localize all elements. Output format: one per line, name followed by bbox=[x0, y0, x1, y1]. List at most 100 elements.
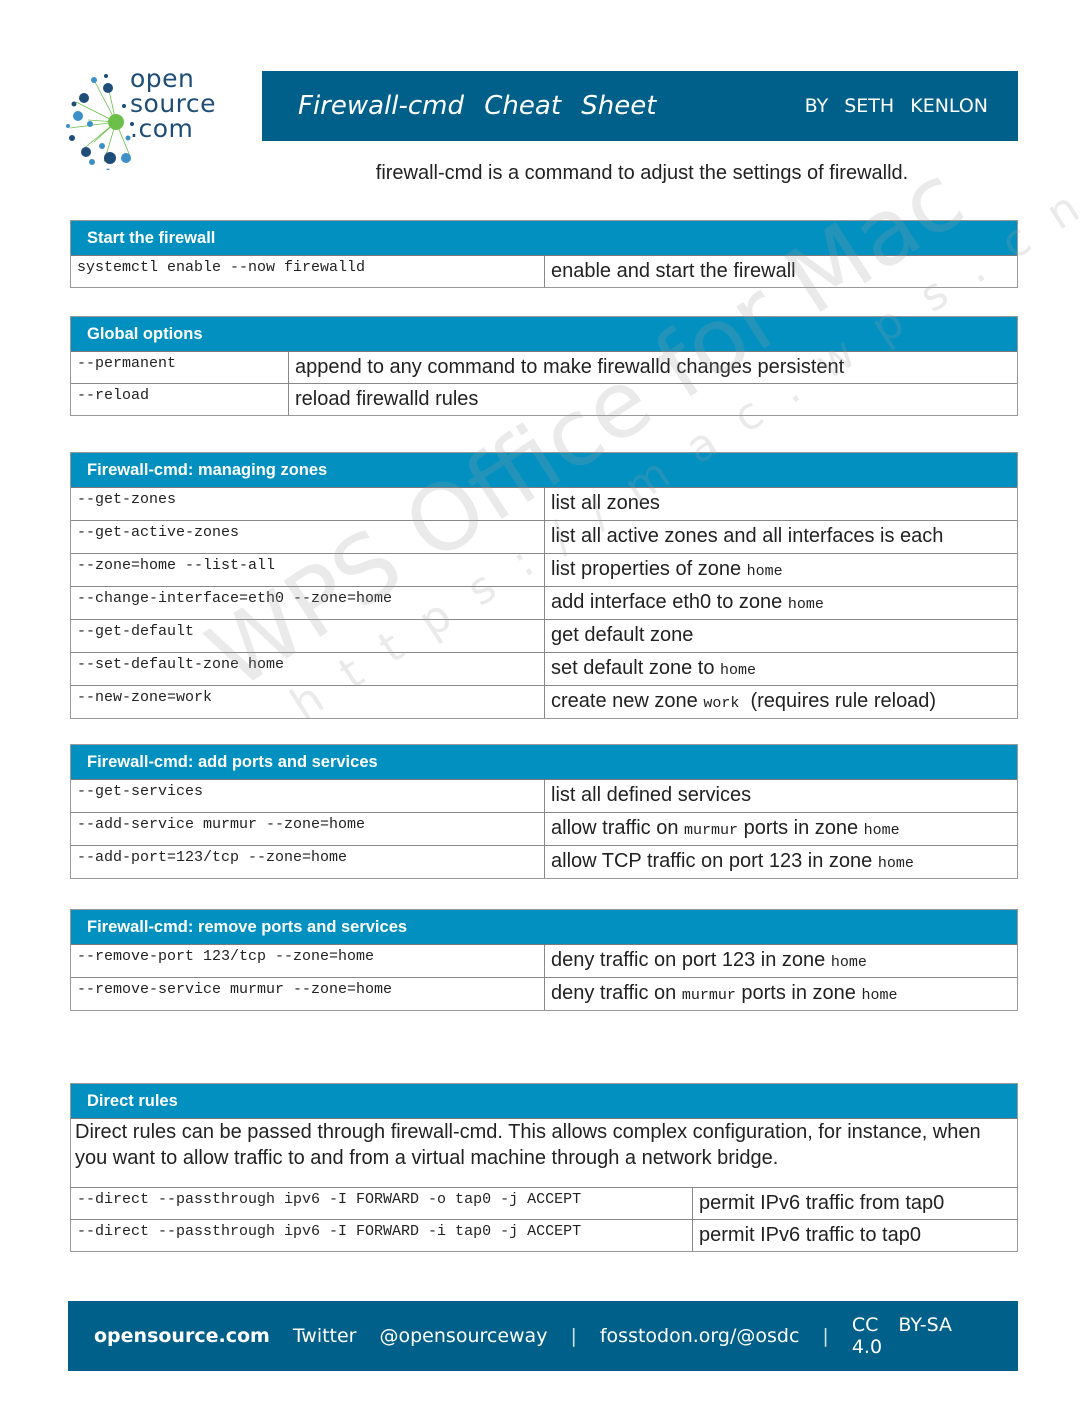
description-cell: add interface eth0 to zone home bbox=[545, 587, 1017, 619]
table-row: --get-active-zones list all active zones … bbox=[71, 520, 1017, 553]
description-cell: permit IPv6 traffic to tap0 bbox=[693, 1220, 1017, 1251]
table-row: --direct --passthrough ipv6 -I FORWARD -… bbox=[71, 1219, 1017, 1251]
table-row: --direct --passthrough ipv6 -I FORWARD -… bbox=[71, 1188, 1017, 1219]
inline-code: work bbox=[703, 695, 740, 712]
footer-bar: opensource.com Twitter @opensourceway | … bbox=[68, 1301, 1018, 1371]
section-firewall-cmd-managing-zones: Firewall-cmd: managing zones --get-zones l… bbox=[70, 452, 1018, 719]
description-text: list properties of zone bbox=[551, 558, 747, 580]
command-cell: --get-services bbox=[71, 780, 545, 812]
description-text: list all defined services bbox=[551, 784, 752, 806]
description-cell: list properties of zone home bbox=[545, 554, 1017, 586]
table-row: --reload reload firewalld rules bbox=[71, 383, 1017, 415]
logo-line-source: source bbox=[130, 89, 217, 118]
page-title: Firewall-cmd Cheat Sheet bbox=[298, 91, 657, 121]
description-text: append to any command to make firewalld … bbox=[295, 356, 845, 378]
footer-brand-link[interactable]: opensource.com bbox=[94, 1325, 270, 1347]
table-row: --remove-port 123/tcp --zone=home deny tr… bbox=[71, 945, 1017, 977]
description-text: ports in zone bbox=[735, 982, 862, 1004]
description-cell: set default zone to home bbox=[545, 653, 1017, 685]
table-row: systemctl enable --now firewalld enable a… bbox=[71, 256, 1017, 287]
command-cell: --get-active-zones bbox=[71, 521, 545, 553]
table-row: --get-services list all defined services bbox=[71, 780, 1017, 812]
footer-separator: | bbox=[822, 1325, 829, 1347]
inline-code: home bbox=[720, 662, 757, 679]
inline-code: home bbox=[830, 954, 867, 971]
command-cell: --change-interface=eth0 --zone=home bbox=[71, 587, 545, 619]
command-cell: --add-port=123/tcp --zone=home bbox=[71, 846, 545, 878]
section-direct-rules: Direct rules Direct rules can be passed t… bbox=[70, 1083, 1018, 1252]
description-cell: create new zone work (requires rule relo… bbox=[545, 686, 1017, 718]
footer-mastodon-link[interactable]: fosstodon.org/@osdc bbox=[600, 1325, 800, 1347]
table-row: --set-default-zone home set default zone … bbox=[71, 652, 1017, 685]
inline-code: home bbox=[863, 822, 900, 839]
description-text: add interface eth0 to zone bbox=[551, 591, 788, 613]
section-header: Global options bbox=[71, 317, 1017, 352]
description-text: ports in zone bbox=[738, 817, 864, 839]
section-description: Direct rules can be passed through firew… bbox=[71, 1119, 1017, 1188]
description-text: create new zone bbox=[551, 690, 704, 712]
footer-twitter-label: Twitter bbox=[292, 1325, 357, 1347]
description-cell: permit IPv6 traffic from tap0 bbox=[693, 1188, 1017, 1219]
inline-code: home bbox=[746, 563, 783, 580]
description-text: enable and start the firewall bbox=[551, 260, 796, 282]
description-text: set default zone to bbox=[551, 657, 721, 679]
intro-text: firewall-cmd is a command to adjust the … bbox=[375, 162, 909, 184]
command-cell: --new-zone=work bbox=[71, 686, 545, 718]
description-text: get default zone bbox=[551, 624, 694, 646]
table-row: --permanent append to any command to make… bbox=[71, 352, 1017, 383]
command-cell: --get-zones bbox=[71, 488, 545, 520]
section-firewall-cmd-add-ports-and-services: Firewall-cmd: add ports and services --ge… bbox=[70, 744, 1018, 879]
section-firewall-cmd-remove-ports-and-services: Firewall-cmd: remove ports and services -… bbox=[70, 909, 1018, 1011]
command-cell: --direct --passthrough ipv6 -I FORWARD -… bbox=[71, 1188, 693, 1219]
command-cell: --direct --passthrough ipv6 -I FORWARD -… bbox=[71, 1220, 693, 1251]
opensource-logo: open source .com bbox=[64, 66, 224, 170]
table-row: --change-interface=eth0 --zone=home add i… bbox=[71, 586, 1017, 619]
inline-code: home bbox=[877, 855, 914, 872]
section-header: Direct rules bbox=[71, 1084, 1017, 1119]
command-cell: --set-default-zone home bbox=[71, 653, 545, 685]
command-cell: --add-service murmur --zone=home bbox=[71, 813, 545, 845]
description-cell: get default zone bbox=[545, 620, 1017, 652]
command-cell: --get-default bbox=[71, 620, 545, 652]
command-cell: --remove-service murmur --zone=home bbox=[71, 978, 545, 1010]
inline-code: home bbox=[787, 596, 824, 613]
description-cell: append to any command to make firewalld … bbox=[289, 352, 1017, 383]
section-global-options: Global options --permanent append to any c… bbox=[70, 316, 1018, 416]
section-start-the-firewall: Start the firewall systemctl enable --now… bbox=[70, 220, 1018, 288]
description-cell: deny traffic on murmur ports in zone hom… bbox=[545, 978, 1017, 1010]
section-header: Firewall-cmd: managing zones bbox=[71, 453, 1017, 488]
logo-wordmark: open source .com bbox=[130, 66, 216, 141]
description-text: deny traffic on port 123 in zone bbox=[551, 949, 831, 971]
logo-line-com: .com bbox=[130, 114, 194, 143]
table-row: --add-port=123/tcp --zone=home allow TCP … bbox=[71, 845, 1017, 878]
description-cell: list all defined services bbox=[545, 780, 1017, 812]
table-row: --zone=home --list-all list properties of… bbox=[71, 553, 1017, 586]
footer-separator: | bbox=[570, 1325, 577, 1347]
command-cell: --remove-port 123/tcp --zone=home bbox=[71, 945, 545, 977]
footer-license: CC BY-SA 4.0 bbox=[851, 1314, 952, 1358]
description-cell: allow traffic on murmur ports in zone ho… bbox=[545, 813, 1017, 845]
inline-code: home bbox=[861, 987, 898, 1004]
logo-line-open: open bbox=[130, 64, 195, 93]
description-text: list all zones bbox=[551, 492, 660, 514]
command-cell: --permanent bbox=[71, 352, 289, 383]
table-row: --new-zone=work create new zone work (req… bbox=[71, 685, 1017, 718]
description-cell: deny traffic on port 123 in zone home bbox=[545, 945, 1017, 977]
table-row: --get-default get default zone bbox=[71, 619, 1017, 652]
description-cell: allow TCP traffic on port 123 in zone ho… bbox=[545, 846, 1017, 878]
inline-code: murmur bbox=[681, 987, 736, 1004]
author-byline: BY SETH KENLON bbox=[804, 95, 988, 117]
inline-code: murmur bbox=[684, 822, 739, 839]
description-text: list all active zones and all interfaces… bbox=[551, 525, 944, 547]
description-cell: reload firewalld rules bbox=[289, 384, 1017, 415]
description-text: (requires rule reload) bbox=[739, 690, 937, 712]
table-row: --add-service murmur --zone=home allow tr… bbox=[71, 812, 1017, 845]
logo-burst-icon bbox=[66, 74, 134, 170]
description-text: deny traffic on bbox=[551, 982, 682, 1004]
description-text: permit IPv6 traffic to tap0 bbox=[699, 1224, 921, 1246]
command-cell: --zone=home --list-all bbox=[71, 554, 545, 586]
table-row: --remove-service murmur --zone=home deny … bbox=[71, 977, 1017, 1010]
footer-twitter-handle[interactable]: @opensourceway bbox=[380, 1325, 548, 1347]
description-cell: list all active zones and all interfaces… bbox=[545, 521, 1017, 553]
section-header: Firewall-cmd: add ports and services bbox=[71, 745, 1017, 780]
